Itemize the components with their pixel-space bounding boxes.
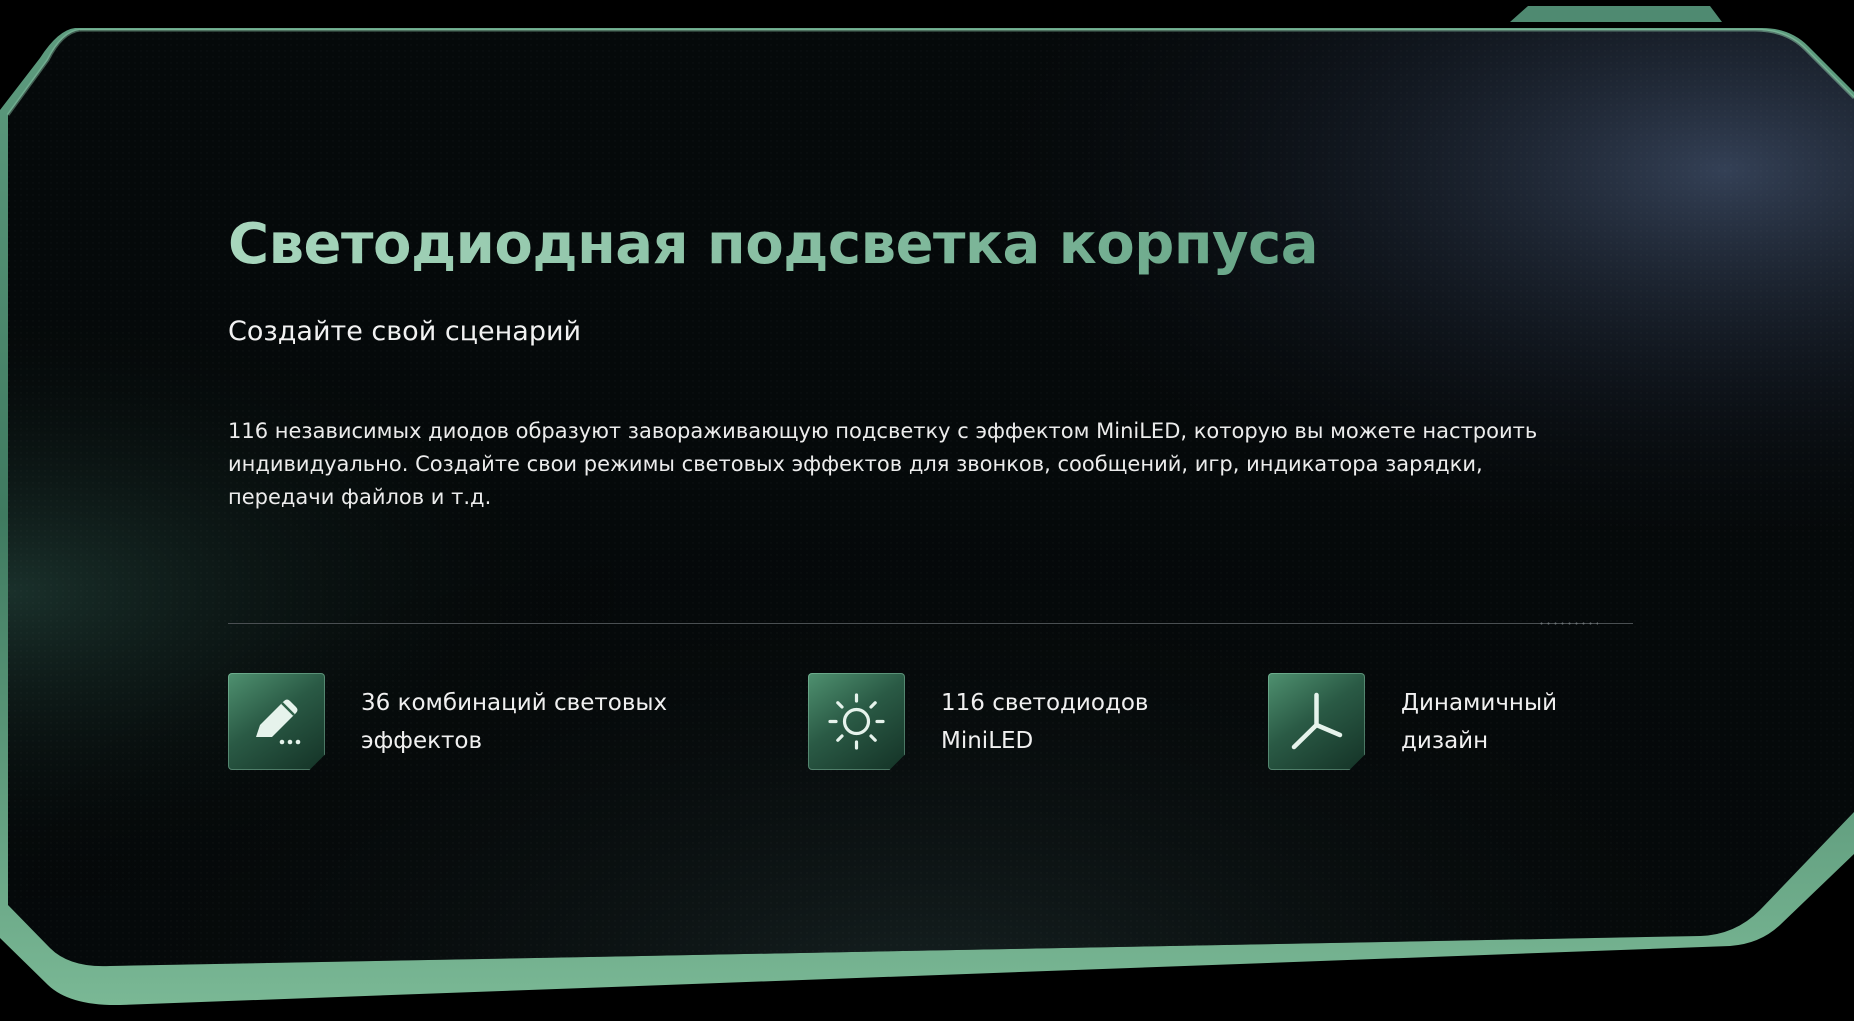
y-shape-icon — [1268, 673, 1365, 770]
feature-label-line2: эффектов — [361, 728, 483, 754]
feature-label-line2: MiniLED — [941, 728, 1034, 754]
feature-label: Динамичный дизайн — [1401, 684, 1557, 760]
sun-icon — [808, 673, 905, 770]
divider-dots — [1538, 622, 1598, 625]
feature-label-line1: Динамичный — [1401, 690, 1558, 716]
feature-label-line2: дизайн — [1401, 728, 1489, 754]
product-feature-section: Светодиодная подсветка корпуса Создайте … — [0, 0, 1854, 1021]
feature-label: 116 светодиодов MiniLED — [941, 684, 1148, 760]
pencil-icon — [228, 673, 325, 770]
feature-label-line1: 116 светодиодов — [941, 690, 1149, 716]
feature-label-line1: 36 комбинаций световых — [361, 690, 668, 716]
section-divider — [228, 623, 1633, 624]
feature-content: Светодиодная подсветка корпуса Создайте … — [228, 0, 1638, 1021]
feature-description: 116 независимых диодов образуют заворажи… — [228, 419, 1538, 509]
page-title: Светодиодная подсветка корпуса — [228, 212, 1319, 277]
page-subtitle: Создайте свой сценарий — [228, 316, 582, 347]
feature-label: 36 комбинаций световых эффектов — [361, 684, 667, 760]
